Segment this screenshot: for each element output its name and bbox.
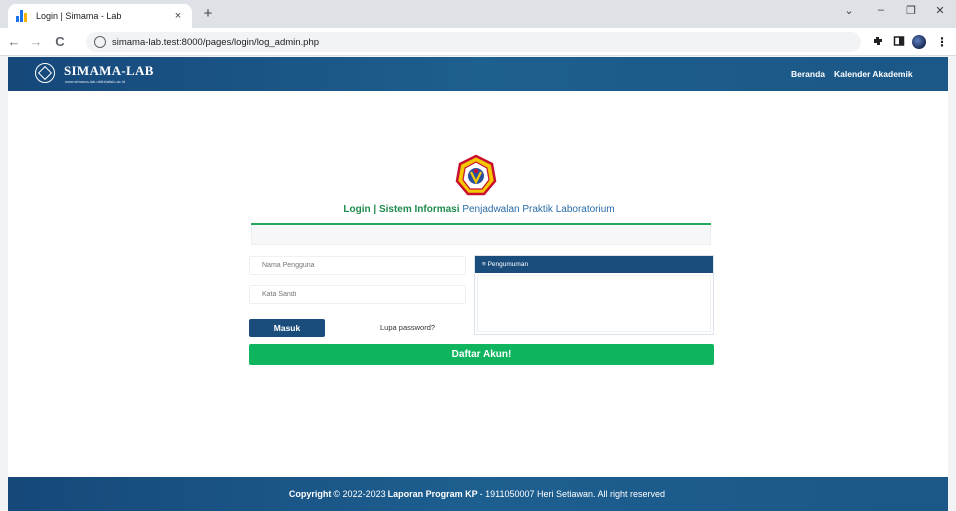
nav-beranda[interactable]: Beranda bbox=[791, 69, 825, 79]
browser-toolbar: ← → C simama-lab.test:8000/pages/login/l… bbox=[0, 28, 956, 56]
username-input[interactable] bbox=[249, 256, 466, 275]
register-button[interactable]: Daftar Akun! bbox=[249, 344, 714, 365]
tab-close-icon[interactable]: × bbox=[172, 10, 184, 22]
footer-year: © 2022-2023 bbox=[333, 489, 386, 499]
footer-report-bold: Laporan Program KP bbox=[387, 489, 478, 499]
site-info-icon[interactable] bbox=[94, 36, 106, 48]
title-bold: Login | Sistem Informasi bbox=[343, 204, 460, 215]
browser-tab[interactable]: Login | Simama - Lab × bbox=[8, 4, 192, 28]
site-header: SIMAMA-LAB www.simama-lab.uklinhafalo.ac… bbox=[8, 57, 948, 91]
back-icon[interactable]: ← bbox=[6, 34, 22, 49]
announcement-body bbox=[477, 275, 711, 332]
university-emblem-icon bbox=[455, 154, 497, 196]
footer-copyright-bold: Copyright bbox=[288, 489, 332, 499]
page-title: Login | Sistem Informasi Penjadwalan Pra… bbox=[248, 204, 710, 215]
profile-avatar[interactable] bbox=[912, 35, 926, 49]
announcement-title: ≡ Pengumuman bbox=[475, 256, 713, 273]
title-rest: Penjadwalan Praktik Laboratorium bbox=[462, 204, 615, 215]
tab-search-icon[interactable]: ⌄ bbox=[841, 4, 857, 17]
extensions-icon[interactable] bbox=[871, 35, 885, 49]
brand-name[interactable]: SIMAMA-LAB bbox=[64, 63, 154, 79]
new-tab-icon[interactable]: + bbox=[200, 5, 216, 22]
password-input[interactable] bbox=[249, 285, 466, 304]
web-page: SIMAMA-LAB www.simama-lab.uklinhafalo.ac… bbox=[8, 57, 948, 511]
window-close-icon[interactable]: ✕ bbox=[932, 4, 948, 17]
sidepanel-icon[interactable] bbox=[892, 35, 906, 49]
tab-title: Login | Simama - Lab bbox=[36, 11, 122, 21]
site-footer: Copyright © 2022-2023 Laporan Program KP… bbox=[8, 477, 948, 511]
url-text: simama-lab.test:8000/pages/login/log_adm… bbox=[112, 36, 320, 48]
announcement-panel: ≡ Pengumuman bbox=[474, 255, 714, 335]
browser-menu-icon[interactable]: ⋮ bbox=[935, 35, 949, 49]
address-bar[interactable]: simama-lab.test:8000/pages/login/log_adm… bbox=[86, 32, 861, 52]
brand-logo-icon[interactable] bbox=[35, 63, 55, 83]
favicon-icon bbox=[16, 10, 28, 22]
nav-kalender-akademik[interactable]: Kalender Akademik bbox=[834, 69, 913, 79]
footer-rest: - 1911050007 Heri Setiawan. All right re… bbox=[479, 489, 666, 499]
reload-icon[interactable]: C bbox=[52, 34, 68, 49]
minimize-icon[interactable]: – bbox=[873, 4, 889, 16]
forgot-password-link[interactable]: Lupa password? bbox=[380, 323, 435, 332]
message-box bbox=[251, 225, 711, 245]
forward-icon[interactable]: → bbox=[28, 34, 44, 49]
browser-tab-strip: Login | Simama - Lab × + ⌄ – ❐ ✕ bbox=[0, 0, 956, 28]
restore-icon[interactable]: ❐ bbox=[903, 4, 919, 17]
login-button[interactable]: Masuk bbox=[249, 319, 325, 337]
brand-subtitle: www.simama-lab.uklinhafalo.ac.id bbox=[65, 79, 126, 84]
